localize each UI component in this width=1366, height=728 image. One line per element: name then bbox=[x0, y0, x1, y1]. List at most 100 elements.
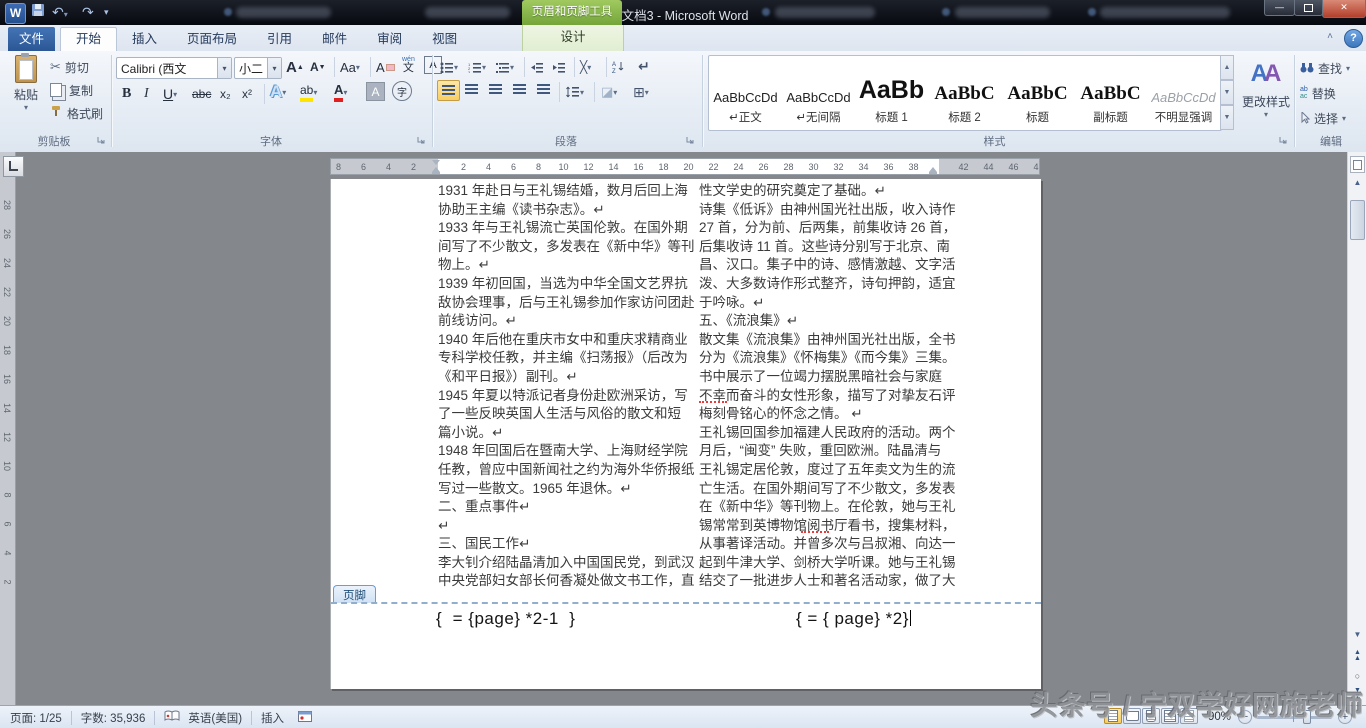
tab-design[interactable]: 设计 bbox=[523, 25, 623, 50]
text-line[interactable]: 27 首，分为前、后两集，前集收诗 26 首， bbox=[699, 219, 979, 238]
text-line[interactable]: 于吟咏。↵ bbox=[699, 294, 979, 313]
increase-indent-button[interactable] bbox=[552, 56, 566, 78]
text-line[interactable]: 1931 年赴日与王礼锡结婚，数月后回上海 bbox=[438, 182, 704, 201]
browse-object-icon[interactable]: ○ bbox=[1350, 671, 1365, 681]
text-line[interactable]: 三、国民工作↵ bbox=[438, 535, 704, 554]
align-left-button[interactable] bbox=[437, 80, 460, 101]
asian-layout-button[interactable]: ╳▾ bbox=[580, 56, 591, 78]
distribute-button[interactable] bbox=[533, 80, 554, 99]
decrease-indent-button[interactable] bbox=[530, 56, 544, 78]
text-line[interactable]: 中央党部妇女部长何香凝处做文书工作，直 bbox=[438, 572, 704, 591]
macro-record-icon[interactable] bbox=[298, 711, 312, 725]
phonetic-guide-button[interactable]: wén 文 bbox=[402, 54, 415, 76]
horizontal-ruler[interactable]: 8642 2468101214161820222426283032343638 … bbox=[330, 158, 1040, 175]
style-item[interactable]: AaBb 标题 1 bbox=[855, 56, 928, 130]
text-line[interactable]: 昌、汉口。集子中的诗、感情激越、文字活 bbox=[699, 256, 979, 275]
text-line[interactable]: 物上。↵ bbox=[438, 256, 704, 275]
tab-selector[interactable] bbox=[3, 156, 24, 177]
bullets-button[interactable]: ▾ bbox=[440, 56, 458, 78]
cut-button[interactable]: ✂ 剪切 bbox=[50, 57, 89, 77]
find-button[interactable]: 查找▾ bbox=[1300, 58, 1350, 78]
page-indicator[interactable]: 页面: 1/25 bbox=[10, 710, 62, 726]
minimize-ribbon-icon[interactable]: ˄ bbox=[1322, 31, 1338, 45]
text-line[interactable]: 协助王主编《读书杂志》。↵ bbox=[438, 201, 704, 220]
footer-field-code-right[interactable]: { = { page} *2} bbox=[796, 609, 911, 629]
font-dialog-launcher[interactable] bbox=[416, 135, 426, 145]
numbering-button[interactable]: 123▾ bbox=[468, 56, 486, 78]
clear-formatting-button[interactable]: A bbox=[376, 56, 395, 78]
text-line[interactable]: 性文学史的研究奠定了基础。↵ bbox=[699, 182, 979, 201]
font-size-combo[interactable]: 小二▾ bbox=[234, 57, 282, 79]
ruler-toggle-button[interactable] bbox=[1350, 156, 1365, 173]
change-case-button[interactable]: Aa▾ bbox=[340, 56, 360, 78]
text-line[interactable]: 《和平日报》）副刊。↵ bbox=[438, 368, 704, 387]
scroll-down-icon[interactable]: ▼ bbox=[1350, 630, 1365, 639]
style-item[interactable]: AaBbC 标题 2 bbox=[928, 56, 1001, 130]
underline-button[interactable]: U▾ bbox=[163, 83, 177, 105]
text-line[interactable]: 1939 年初回国，当选为中华全国文艺界抗 bbox=[438, 275, 704, 294]
font-name-combo[interactable]: Calibri (西文▾ bbox=[116, 57, 232, 79]
right-text-column[interactable]: 性文学史的研究奠定了基础。↵诗集《低诉》由神州国光社出版，收入诗作27 首，分为… bbox=[699, 182, 979, 591]
scrollbar-thumb[interactable] bbox=[1350, 200, 1365, 240]
proofing-icon[interactable] bbox=[164, 710, 180, 725]
subscript-button[interactable]: x₂ bbox=[220, 83, 231, 105]
vertical-ruler[interactable]: 282624222018161412108642 bbox=[0, 152, 16, 705]
minimize-button[interactable]: — bbox=[1264, 0, 1295, 16]
clipboard-dialog-launcher[interactable] bbox=[96, 135, 106, 145]
ribbon-tab[interactable]: 审阅 bbox=[362, 27, 417, 51]
text-line[interactable]: 起到牛津大学、剑桥大学听课。她与王礼锡 bbox=[699, 554, 979, 573]
scroll-up-icon[interactable]: ▲ bbox=[1350, 178, 1365, 187]
vertical-scrollbar[interactable]: ▲ ▼ ▲▲ ○ ▼▼ bbox=[1347, 152, 1366, 705]
highlight-color-button[interactable]: ab▾ bbox=[300, 81, 317, 103]
text-line[interactable]: 任教，曾应中国新闻社之约为海外华侨报纸 bbox=[438, 461, 704, 480]
text-line[interactable]: ↵ bbox=[438, 517, 704, 536]
text-line[interactable]: 分为《流浪集》《怀梅集》《而今集》三集。 bbox=[699, 349, 979, 368]
text-line[interactable]: 李大钊介绍陆晶清加入中国国民党，到武汉 bbox=[438, 554, 704, 573]
multilevel-list-button[interactable]: ▾ bbox=[496, 56, 514, 78]
word-count[interactable]: 字数: 35,936 bbox=[81, 710, 146, 726]
show-hide-mark-button[interactable]: ↵ bbox=[638, 55, 650, 77]
text-line[interactable]: 泼、大多数诗作形式整齐，诗句押韵，适宜 bbox=[699, 275, 979, 294]
text-line[interactable]: 1933 年与王礼锡流亡英国伦敦。在国外期 bbox=[438, 219, 704, 238]
justify-button[interactable] bbox=[509, 80, 530, 99]
text-line[interactable]: 结交了一批进步人士和著名活动家，做了大 bbox=[699, 572, 979, 591]
text-line[interactable]: 专科学校任教，并主编《扫荡报》（后改为 bbox=[438, 349, 704, 368]
ribbon-tab[interactable]: 页面布局 bbox=[172, 27, 252, 51]
gallery-more-icon[interactable]: ▼ bbox=[1220, 105, 1234, 130]
qat-more-icon[interactable]: ▾ bbox=[104, 3, 109, 21]
tab-file[interactable]: 文件 bbox=[8, 27, 55, 51]
paste-button[interactable]: 粘贴 ▾ bbox=[8, 55, 44, 112]
close-button[interactable]: ✕ bbox=[1322, 0, 1366, 18]
shrink-font-button[interactable]: A▼ bbox=[310, 56, 326, 78]
shading-button[interactable]: ◪▾ bbox=[601, 81, 617, 103]
text-line[interactable]: 1940 年后他在重庆市女中和重庆求精商业 bbox=[438, 331, 704, 350]
style-item[interactable]: AaBbCcDd ↵无间隔 bbox=[782, 56, 855, 130]
restore-button[interactable] bbox=[1294, 0, 1323, 16]
style-item[interactable]: AaBbCcDd 不明显强调 bbox=[1147, 56, 1220, 130]
enclose-characters-button[interactable]: 字 bbox=[392, 81, 412, 101]
style-item[interactable]: AaBbC 副标题 bbox=[1074, 56, 1147, 130]
text-line[interactable]: 散文集《流浪集》由神州国光社出版，全书 bbox=[699, 331, 979, 350]
redo-icon[interactable]: ↷ bbox=[82, 3, 94, 21]
superscript-button[interactable]: x² bbox=[242, 83, 252, 105]
copy-button[interactable]: 复制 bbox=[50, 80, 93, 100]
save-icon[interactable] bbox=[31, 3, 45, 21]
text-line[interactable]: 写过一些散文。1965 年退休。↵ bbox=[438, 480, 704, 499]
word-logo-icon[interactable]: W bbox=[5, 3, 26, 24]
style-item[interactable]: AaBbC 标题 bbox=[1001, 56, 1074, 130]
text-line[interactable]: 梅刻骨铭心的怀念之情。 ↵ bbox=[699, 405, 979, 424]
text-line[interactable]: 前线访问。↵ bbox=[438, 312, 704, 331]
gallery-up-icon[interactable]: ▲ bbox=[1220, 55, 1234, 80]
replace-button[interactable]: abac 替换 bbox=[1300, 83, 1336, 103]
text-line[interactable]: 锡常常到英博物馆阅书厅看书，搜集材料， bbox=[699, 517, 979, 536]
ribbon-tab[interactable]: 邮件 bbox=[307, 27, 362, 51]
font-color-button[interactable]: A▾ bbox=[334, 81, 347, 103]
character-shading-button[interactable]: A bbox=[366, 82, 385, 101]
text-line[interactable]: 从事著译活动。并曾多次与吕叔湘、向达一 bbox=[699, 535, 979, 554]
text-line[interactable]: 二、重点事件↵ bbox=[438, 498, 704, 517]
previous-page-icon[interactable]: ▲▲ bbox=[1350, 650, 1365, 662]
insert-mode-indicator[interactable]: 插入 bbox=[261, 710, 284, 726]
left-text-column[interactable]: 1931 年赴日与王礼锡结婚，数月后回上海协助王主编《读书杂志》。↵1933 年… bbox=[438, 182, 704, 591]
text-line[interactable]: 书中展示了一位竭力摆脱黑暗社会与家庭 bbox=[699, 368, 979, 387]
style-item[interactable]: AaBbCcDd ↵正文 bbox=[709, 56, 782, 130]
